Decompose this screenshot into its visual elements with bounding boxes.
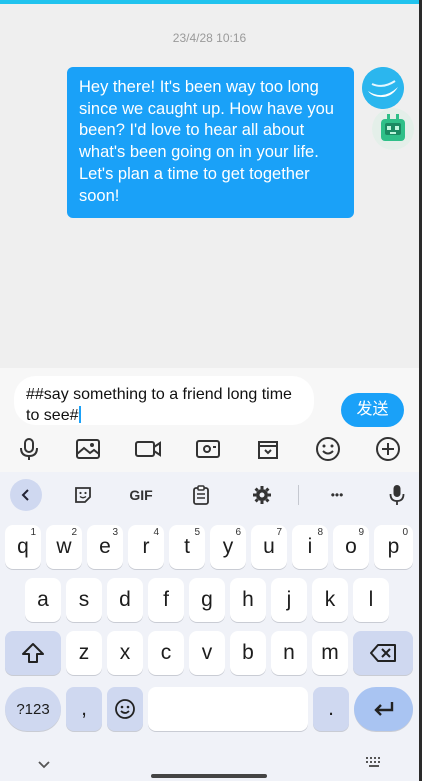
hide-keyboard-button[interactable] <box>37 757 51 775</box>
shift-key[interactable] <box>5 631 61 675</box>
avatar[interactable] <box>362 67 404 109</box>
keyboard-icon <box>366 757 380 767</box>
soft-keyboard: GIF ••• q1 w2 e3 r4 t5 y6 u7 i8 o9 p0 a … <box>0 472 419 781</box>
home-indicator[interactable] <box>151 774 267 778</box>
gear-icon <box>253 486 271 504</box>
red-packet-icon[interactable] <box>191 432 225 466</box>
key-t[interactable]: t5 <box>169 525 205 569</box>
send-button[interactable]: 发送 <box>341 393 404 427</box>
avatar[interactable] <box>372 108 414 150</box>
key-p[interactable]: p0 <box>374 525 413 569</box>
key-j[interactable]: j <box>271 578 307 622</box>
key-i[interactable]: i8 <box>292 525 328 569</box>
key-e[interactable]: e3 <box>87 525 123 569</box>
key-u[interactable]: u7 <box>251 525 287 569</box>
microphone-icon <box>389 485 405 505</box>
toolbar-divider <box>298 485 299 505</box>
key-z[interactable]: z <box>66 631 102 675</box>
video-camera-icon[interactable] <box>131 432 165 466</box>
collapse-toolbar-button[interactable] <box>10 479 42 511</box>
more-button[interactable]: ••• <box>324 480 350 510</box>
message-composer: ##say something to a friend long time to… <box>0 368 419 472</box>
sticker-button[interactable] <box>70 480 96 510</box>
enter-key[interactable] <box>354 687 413 731</box>
enter-arrow-icon <box>373 702 393 716</box>
message-timestamp: 23/4/28 10:16 <box>172 31 247 45</box>
key-h[interactable]: h <box>230 578 266 622</box>
symbols-key[interactable]: ?123 <box>5 687 61 731</box>
comma-key[interactable]: , <box>66 687 102 731</box>
key-d[interactable]: d <box>107 578 143 622</box>
backspace-icon <box>370 644 396 662</box>
clipboard-button[interactable] <box>188 480 214 510</box>
chevron-left-icon <box>21 489 29 501</box>
space-key[interactable] <box>148 687 308 731</box>
plus-icon[interactable] <box>371 432 405 466</box>
folder-icon[interactable] <box>251 432 285 466</box>
key-w[interactable]: w2 <box>46 525 82 569</box>
key-f[interactable]: f <box>148 578 184 622</box>
key-x[interactable]: x <box>107 631 143 675</box>
key-o[interactable]: o9 <box>333 525 369 569</box>
message-input-text: ##say something to a friend long time to… <box>26 386 292 424</box>
backspace-key[interactable] <box>353 631 413 675</box>
chevron-down-icon <box>38 761 50 769</box>
key-q[interactable]: q1 <box>5 525 41 569</box>
outgoing-message-bubble[interactable]: Hey there! It's been way too long since … <box>67 67 354 219</box>
image-icon[interactable] <box>71 432 105 466</box>
key-a[interactable]: a <box>25 578 61 622</box>
robot-avatar-icon <box>372 108 414 150</box>
period-key[interactable]: . <box>313 687 349 731</box>
emoji-key[interactable] <box>107 687 143 731</box>
key-g[interactable]: g <box>189 578 225 622</box>
key-r[interactable]: r4 <box>128 525 164 569</box>
voice-input-button[interactable] <box>384 480 410 510</box>
emoji-icon <box>115 699 135 719</box>
sticker-icon <box>75 487 91 503</box>
message-input[interactable]: ##say something to a friend long time to… <box>14 376 314 425</box>
avatar-cloud-icon <box>362 67 404 109</box>
gif-button[interactable]: GIF <box>124 480 158 510</box>
key-s[interactable]: s <box>66 578 102 622</box>
key-n[interactable]: n <box>271 631 307 675</box>
composer-action-bar <box>0 432 419 468</box>
clipboard-icon <box>193 485 209 505</box>
key-c[interactable]: c <box>148 631 184 675</box>
key-b[interactable]: b <box>230 631 266 675</box>
shift-arrow-icon <box>22 643 44 663</box>
switch-keyboard-button[interactable] <box>366 756 382 774</box>
keyboard-toolbar: GIF ••• <box>0 472 419 518</box>
settings-button[interactable] <box>249 480 275 510</box>
key-k[interactable]: k <box>312 578 348 622</box>
chat-area: 23/4/28 10:16 Hey there! It's been way t… <box>0 4 419 368</box>
key-v[interactable]: v <box>189 631 225 675</box>
key-l[interactable]: l <box>353 578 389 622</box>
key-y[interactable]: y6 <box>210 525 246 569</box>
emoji-icon[interactable] <box>311 432 345 466</box>
microphone-icon[interactable] <box>12 432 46 466</box>
key-m[interactable]: m <box>312 631 348 675</box>
text-caret <box>79 406 82 423</box>
